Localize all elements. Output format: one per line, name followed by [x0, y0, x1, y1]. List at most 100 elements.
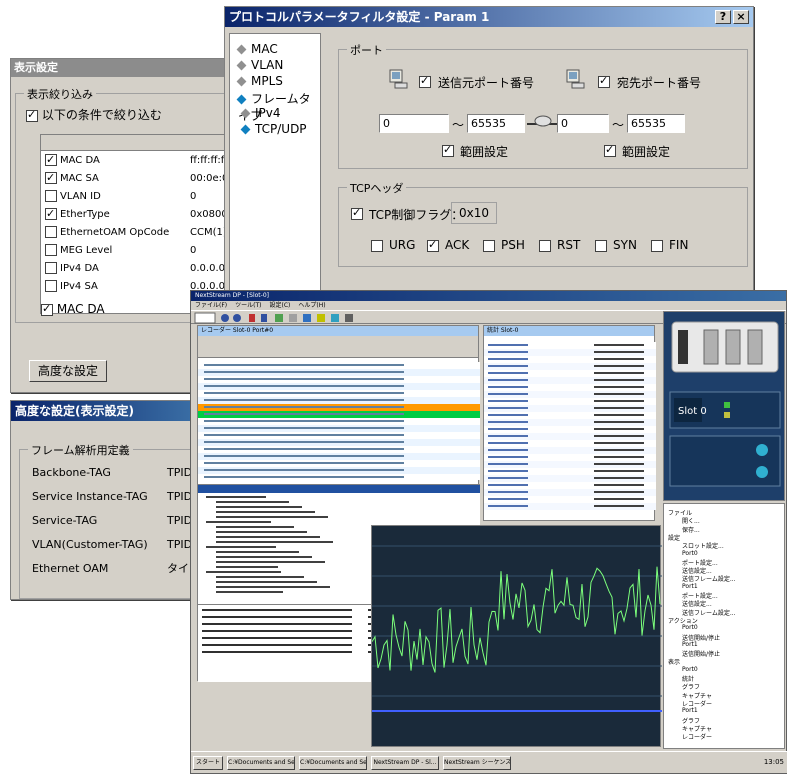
clock: 13:05: [763, 758, 784, 766]
tcp-flag-option-checkbox[interactable]: [371, 239, 383, 252]
taskbar-item[interactable]: C:¥Documents and Setti...: [227, 756, 295, 770]
command-tree-item[interactable]: Port1: [682, 707, 698, 714]
taskbar-item[interactable]: NextStream DP - Sl...: [371, 756, 439, 770]
hex-line: [202, 644, 352, 646]
detail-line: [216, 556, 312, 558]
tcp-flag-option-checkbox[interactable]: [483, 239, 495, 252]
start-button[interactable]: スタート: [193, 756, 223, 770]
stats-row-label: [488, 491, 528, 493]
tcp-flag-checkbox[interactable]: [351, 206, 363, 220]
taskbar-item[interactable]: C:¥Documents and Setti...: [299, 756, 367, 770]
app-window: NextStream DP - [Slot-0] ファイル(F) ツール(T) 設定…: [190, 290, 787, 774]
filter-enable[interactable]: 以下の条件で絞り込む: [26, 106, 162, 123]
app-title: NextStream DP - [Slot-0]: [195, 292, 269, 299]
bottom-mac-da[interactable]: MAC DA: [41, 302, 105, 316]
filter-row[interactable]: MAC DA ff:ff:ff:ff: [41, 152, 225, 169]
filter-row-label: IPv4 SA: [60, 281, 98, 292]
filter-row-checkbox[interactable]: [45, 244, 57, 256]
stats-row-label: [488, 449, 528, 451]
command-tree-item[interactable]: Port1: [682, 583, 698, 590]
src-port-checkbox[interactable]: [419, 74, 431, 88]
protocol-tree-item[interactable]: MPLS: [236, 74, 283, 88]
filter-row-checkbox[interactable]: [45, 170, 57, 186]
filter-row-checkbox[interactable]: [45, 206, 57, 222]
frame-definition-title: フレーム解析用定義: [28, 442, 133, 458]
protocol-tree-item[interactable]: VLAN: [236, 58, 283, 72]
advanced-settings-button[interactable]: 高度な設定: [29, 360, 107, 382]
stats-row-value: [594, 498, 644, 500]
recorder-row-text: [204, 378, 404, 380]
stats-row-label: [488, 386, 528, 388]
protocol-tree-item[interactable]: TCP/UDP: [240, 122, 307, 136]
detail-line: [216, 506, 302, 508]
command-tree-item[interactable]: 送信開始/停止: [682, 649, 720, 658]
filter-row[interactable]: VLAN ID 0: [41, 189, 224, 205]
help-button[interactable]: ?: [715, 10, 731, 24]
bottom-mac-da-checkbox[interactable]: [41, 302, 53, 316]
filter-row-checkbox[interactable]: [45, 226, 57, 238]
detail-line: [206, 571, 281, 573]
filter-enable-checkbox[interactable]: [26, 108, 38, 122]
advanced-row-value: TPID: [167, 490, 193, 503]
dst-port-checkbox[interactable]: [598, 74, 610, 88]
tcp-flag-option[interactable]: SYN: [595, 238, 637, 252]
tcp-flag-option[interactable]: PSH: [483, 238, 525, 252]
tcp-flag-option-checkbox[interactable]: [539, 239, 551, 252]
protocol-tree-item[interactable]: IPv4: [240, 106, 281, 120]
dst-port-from[interactable]: 0: [557, 114, 609, 133]
recorder-packet-table[interactable]: [198, 358, 480, 481]
tcp-flag-option[interactable]: FIN: [651, 238, 688, 252]
dst-port-to[interactable]: 65535: [627, 114, 685, 133]
command-tree-item[interactable]: Port0: [682, 624, 698, 631]
recorder-row-text: [204, 364, 404, 366]
src-range-checkbox[interactable]: [442, 143, 454, 157]
taskbar-item[interactable]: NextStream シーケンス: [443, 756, 511, 770]
stats-row-value: [594, 393, 644, 395]
filter-row-checkbox[interactable]: [45, 152, 57, 168]
command-tree-item[interactable]: 保存...: [682, 525, 700, 534]
protocol-tree-item[interactable]: MAC: [236, 42, 278, 56]
tcp-flag-option-checkbox[interactable]: [427, 238, 439, 252]
command-tree-item[interactable]: レコーダー: [682, 732, 712, 741]
command-tree-item[interactable]: 設定: [668, 533, 680, 542]
app-menu-item[interactable]: 設定(C): [270, 302, 291, 309]
recorder-row-text: [204, 469, 404, 471]
recorder-row-text: [204, 385, 404, 387]
toolbar-icons[interactable]: [191, 311, 391, 325]
tcp-flag-option[interactable]: ACK: [427, 238, 469, 252]
tcp-flag-option-checkbox[interactable]: [595, 239, 607, 252]
command-tree-item[interactable]: Port1: [682, 641, 698, 648]
command-tree-item[interactable]: 表示: [668, 657, 680, 666]
tcp-flag-option[interactable]: RST: [539, 238, 580, 252]
filter-row-value: ff:ff:ff:ff: [190, 155, 225, 166]
filter-row[interactable]: IPv4 DA 0.0.0.0: [41, 261, 224, 277]
stats-row-label: [488, 456, 528, 458]
app-menu-item[interactable]: ファイル(F): [195, 302, 227, 309]
tcp-flag-option-checkbox[interactable]: [651, 239, 663, 252]
slot-diagram[interactable]: Slot 0: [664, 312, 786, 502]
app-menu-item[interactable]: ヘルプ(H): [298, 302, 325, 309]
tcp-header-title: TCPヘッダ: [347, 180, 407, 196]
stats-row-value: [594, 351, 644, 353]
command-tree-item[interactable]: Port0: [682, 550, 698, 557]
close-button[interactable]: ×: [733, 10, 749, 24]
filter-row-label: EtherType: [60, 209, 110, 220]
filter-row-checkbox[interactable]: [45, 190, 57, 202]
src-port-from[interactable]: 0: [379, 114, 449, 133]
src-port-to[interactable]: 65535: [467, 114, 525, 133]
filter-row[interactable]: EthernetOAM OpCode CCM(1): [41, 225, 224, 241]
traffic-line: [371, 566, 661, 673]
app-menubar: ファイル(F) ツール(T) 設定(C) ヘルプ(H): [191, 301, 786, 310]
tcp-flag-option[interactable]: URG: [371, 238, 415, 252]
filter-row-checkbox[interactable]: [45, 262, 57, 274]
tree-node-icon: [236, 44, 247, 55]
dst-range-checkbox[interactable]: [604, 143, 616, 157]
command-tree-item[interactable]: Port0: [682, 666, 698, 673]
filter-row[interactable]: MAC SA 00:0e:00: [41, 170, 224, 187]
filter-row-checkbox[interactable]: [45, 280, 57, 292]
filter-row[interactable]: EtherType 0x0800: [41, 206, 224, 223]
app-menu-item[interactable]: ツール(T): [235, 302, 261, 309]
advanced-row-label: Service Instance-TAG: [32, 490, 148, 503]
filter-row[interactable]: MEG Level 0: [41, 243, 224, 259]
tree-node-icon: [236, 94, 247, 105]
